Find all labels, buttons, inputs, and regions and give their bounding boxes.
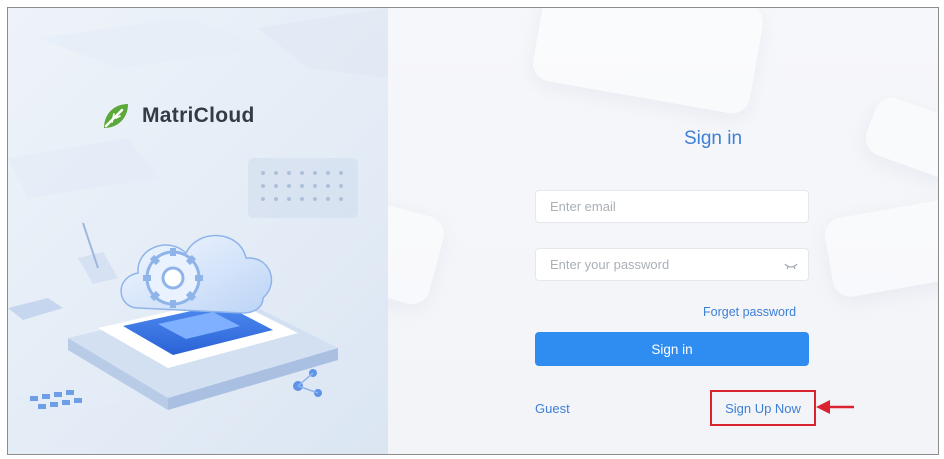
left-arrow-icon: [816, 400, 854, 414]
illustration-panel: MatriCloud: [8, 8, 388, 454]
login-window: MatriCloud Sign in Forget password Sign …: [7, 7, 939, 455]
password-field[interactable]: [535, 248, 809, 281]
leaf-logo-icon: [104, 104, 128, 128]
sign-up-now-link[interactable]: Sign Up Now: [710, 390, 816, 426]
decorative-card: [388, 197, 449, 309]
cloud-platform-illustration: [8, 8, 388, 418]
email-field[interactable]: [535, 190, 809, 223]
sign-in-panel: Sign in Forget password Sign in Guest Si…: [388, 8, 938, 454]
eye-closed-icon[interactable]: [784, 259, 798, 271]
forget-password-link[interactable]: Forget password: [703, 305, 796, 319]
sign-in-title: Sign in: [683, 128, 743, 149]
sign-in-button[interactable]: Sign in: [535, 332, 809, 366]
brand-name: MatriCloud: [142, 104, 255, 127]
decorative-card: [530, 8, 766, 117]
guest-link[interactable]: Guest: [535, 401, 570, 416]
brand-logo: MatriCloud: [100, 100, 255, 132]
password-input[interactable]: [536, 257, 808, 272]
decorative-card: [822, 196, 938, 300]
sign-up-now-label: Sign Up Now: [725, 400, 801, 416]
email-input[interactable]: [536, 199, 808, 214]
